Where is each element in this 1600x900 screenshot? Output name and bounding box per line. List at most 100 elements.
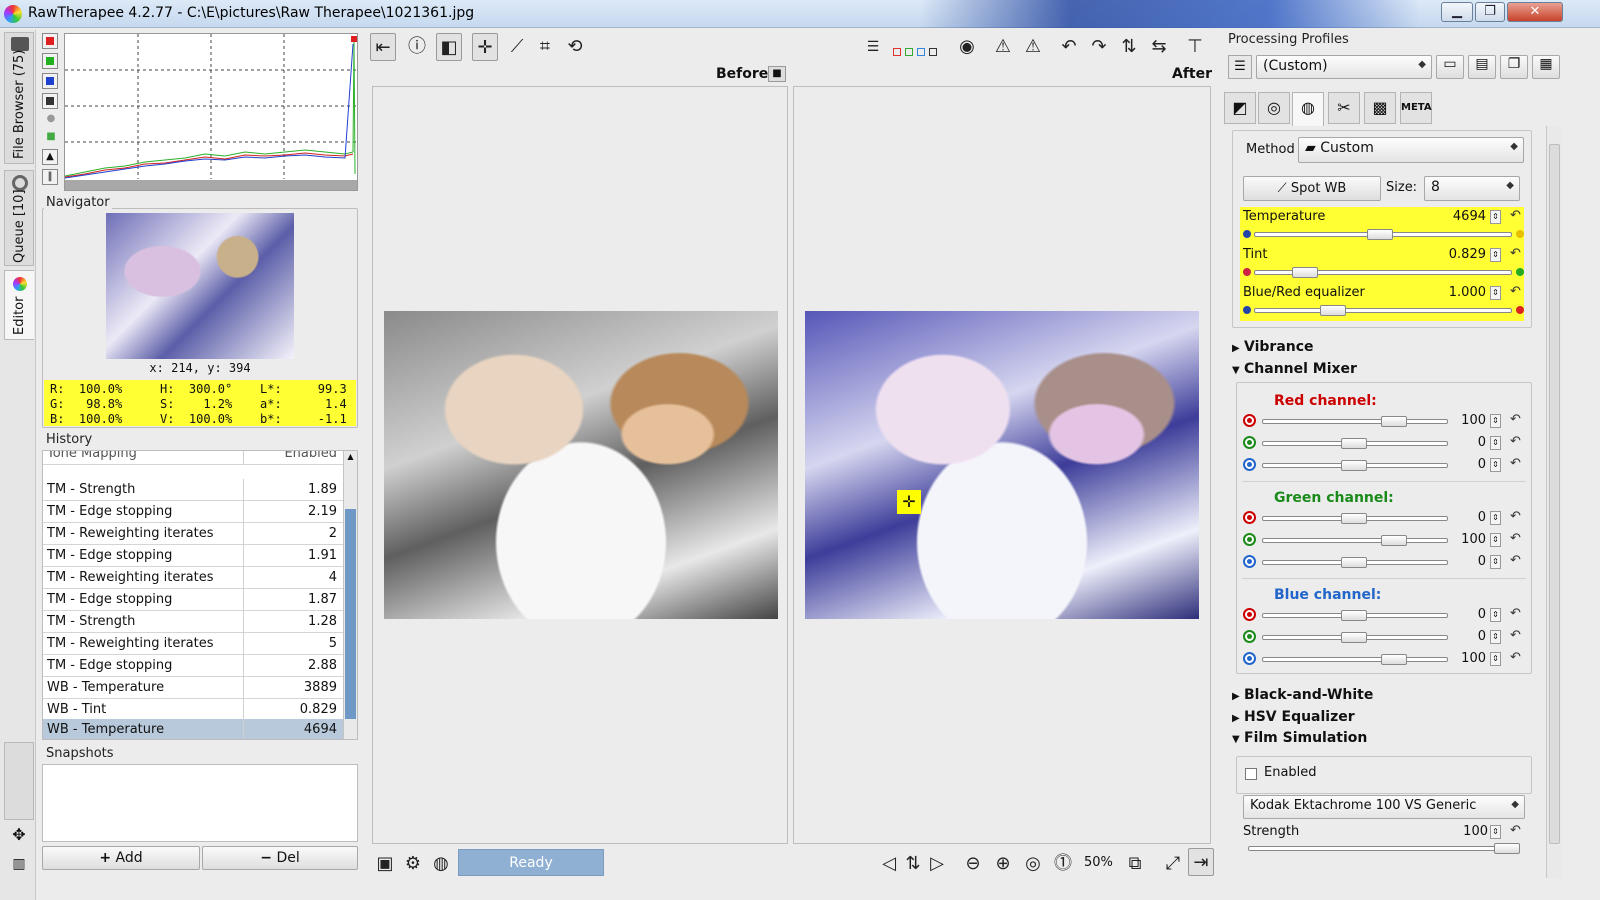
minimize-button[interactable]: ▁ <box>1441 2 1473 22</box>
green-blue-spinner[interactable]: ⇕ <box>1490 555 1501 569</box>
hand-tool-icon[interactable]: ✛ <box>472 33 498 61</box>
section-black-and-white[interactable]: ▶ Black-and-White <box>1232 687 1373 703</box>
crop-icon[interactable]: ⌗ <box>532 33 558 61</box>
histogram-dot-icon[interactable]: ● <box>42 113 60 131</box>
rotate-right-icon[interactable]: ↷ <box>1086 33 1112 61</box>
blue-green-value[interactable]: 0 <box>1448 629 1486 644</box>
side-panel-toggle[interactable] <box>4 742 34 820</box>
move-icon[interactable]: ✥ <box>8 825 30 847</box>
tab-transform-icon[interactable]: ▩ <box>1364 92 1396 124</box>
history-row[interactable]: WB - Temperature 3889 <box>43 677 343 699</box>
green-green-spinner[interactable]: ⇕ <box>1490 533 1501 547</box>
close-button[interactable]: ✕ <box>1507 2 1563 22</box>
flip-horizontal-icon[interactable]: ⇅ <box>1116 33 1142 61</box>
tab-detail-icon[interactable]: ◎ <box>1258 92 1290 124</box>
histogram-full-toggle[interactable]: ‖ <box>42 169 58 185</box>
blue-red-spinner[interactable]: ⇕ <box>1490 608 1501 622</box>
spot-wb-picker-icon[interactable]: ✛ <box>897 490 921 514</box>
history-scrollbar[interactable]: ▲ <box>343 451 357 739</box>
green-green-reset-icon[interactable]: ↶ <box>1510 531 1521 546</box>
history-scroll-thumb[interactable] <box>345 509 356 719</box>
tab-queue[interactable]: Queue [10] <box>4 170 34 266</box>
green-red-spinner[interactable]: ⇕ <box>1490 511 1501 525</box>
red-blue-knob[interactable] <box>1341 460 1367 471</box>
before-image[interactable] <box>384 311 778 619</box>
green-green-slider[interactable] <box>1262 538 1448 543</box>
red-green-value[interactable]: 0 <box>1448 435 1486 450</box>
copy-profile-icon[interactable]: ❐ <box>1500 55 1528 79</box>
green-red-reset-icon[interactable]: ↶ <box>1510 509 1521 524</box>
history-row[interactable]: TM - Strength 1.28 <box>43 611 343 633</box>
hide-right-panel-button[interactable]: ⇥ <box>1188 848 1214 876</box>
spot-size-select[interactable]: 8 ◆ <box>1424 176 1520 201</box>
channel-preview-icons[interactable] <box>893 48 939 58</box>
focus-mask-icon[interactable]: ◉ <box>954 33 980 61</box>
history-row-selected[interactable]: WB - Temperature 4694 <box>43 719 343 739</box>
history-row[interactable]: TM - Strength 1.89 <box>43 479 343 501</box>
scroll-up-icon[interactable]: ▲ <box>345 452 356 464</box>
green-blue-reset-icon[interactable]: ↶ <box>1510 553 1521 568</box>
equalizer-reset-icon[interactable]: ↶ <box>1510 284 1521 299</box>
red-red-reset-icon[interactable]: ↶ <box>1510 412 1521 427</box>
red-red-slider[interactable] <box>1262 419 1448 424</box>
tint-spinner[interactable]: ⇕ <box>1490 248 1501 262</box>
histogram-red-toggle[interactable] <box>42 33 58 49</box>
red-blue-value[interactable]: 0 <box>1448 457 1486 472</box>
temperature-spinner[interactable]: ⇕ <box>1490 210 1501 224</box>
after-image[interactable] <box>805 311 1199 619</box>
section-hsv-equalizer[interactable]: ▶ HSV Equalizer <box>1232 709 1355 725</box>
sidebar-toggle-icon[interactable]: ☰ <box>860 33 886 61</box>
maximize-button[interactable]: ❐ <box>1475 2 1505 22</box>
fullscreen-icon[interactable]: ⤢ <box>1160 850 1186 878</box>
sync-icon[interactable]: ⇅ <box>900 850 926 878</box>
blue-blue-value[interactable]: 100 <box>1448 651 1486 666</box>
histogram-luminance-toggle[interactable] <box>42 93 58 109</box>
zoom-out-icon[interactable]: ⊖ <box>960 850 986 878</box>
histogram-blue-toggle[interactable] <box>42 73 58 89</box>
film-strength-slider[interactable] <box>1248 846 1520 851</box>
navigator-thumbnail[interactable] <box>106 213 294 359</box>
equalizer-slider[interactable] <box>1254 308 1512 313</box>
history-row[interactable]: TM - Reweighting iterates 5 <box>43 633 343 655</box>
save-profile-icon[interactable]: ▤ <box>1468 55 1496 79</box>
green-green-knob[interactable] <box>1381 535 1407 546</box>
blue-blue-spinner[interactable]: ⇕ <box>1490 652 1501 666</box>
green-blue-value[interactable]: 0 <box>1448 554 1486 569</box>
green-blue-knob[interactable] <box>1341 557 1367 568</box>
film-strength-reset-icon[interactable]: ↶ <box>1510 823 1521 838</box>
open-profile-icon[interactable]: ▭ <box>1436 55 1464 79</box>
straighten-icon[interactable]: ⟲ <box>562 33 588 61</box>
histogram-green-toggle[interactable] <box>42 53 58 69</box>
tab-file-browser[interactable]: File Browser (75) <box>4 32 34 164</box>
tint-value[interactable]: 0.829 <box>1440 247 1486 262</box>
temperature-reset-icon[interactable]: ↶ <box>1510 208 1521 223</box>
histogram-raw-icon[interactable]: ■ <box>42 131 60 149</box>
film-strength-value[interactable]: 100 <box>1448 824 1488 839</box>
tint-reset-icon[interactable]: ↶ <box>1510 246 1521 261</box>
temperature-value[interactable]: 4694 <box>1440 209 1486 224</box>
blue-blue-reset-icon[interactable]: ↶ <box>1510 650 1521 665</box>
next-image-icon[interactable]: ▷ <box>924 850 950 878</box>
red-green-spinner[interactable]: ⇕ <box>1490 436 1501 450</box>
equalizer-spinner[interactable]: ⇕ <box>1490 286 1501 300</box>
tools-scroll-thumb[interactable] <box>1549 144 1560 844</box>
lock-icon[interactable]: ■ <box>768 66 786 82</box>
spot-wb-button[interactable]: ⟋ Spot WB <box>1243 176 1381 201</box>
red-red-knob[interactable] <box>1381 416 1407 427</box>
queue-icon[interactable]: ⚙ <box>400 850 426 878</box>
history-row[interactable]: Tone Mapping Enabled <box>43 451 343 465</box>
tab-metadata-icon[interactable]: META <box>1400 92 1432 124</box>
blue-green-reset-icon[interactable]: ↶ <box>1510 628 1521 643</box>
shadow-clip-warning-icon[interactable]: ⚠ <box>990 33 1016 61</box>
hide-left-panel-button[interactable]: ⇤ <box>370 33 396 61</box>
previous-image-icon[interactable]: ◁ <box>876 850 902 878</box>
rotate-left-icon[interactable]: ↶ <box>1056 33 1082 61</box>
blue-red-reset-icon[interactable]: ↶ <box>1510 606 1521 621</box>
tools-scrollbar[interactable] <box>1546 126 1562 878</box>
red-red-value[interactable]: 100 <box>1448 413 1486 428</box>
history-row[interactable]: TM - Edge stopping 2.88 <box>43 655 343 677</box>
red-blue-reset-icon[interactable]: ↶ <box>1510 456 1521 471</box>
blue-green-knob[interactable] <box>1341 632 1367 643</box>
before-after-icon[interactable]: ◧ <box>436 33 462 61</box>
tab-wavelet-icon[interactable]: ✂ <box>1328 92 1360 124</box>
